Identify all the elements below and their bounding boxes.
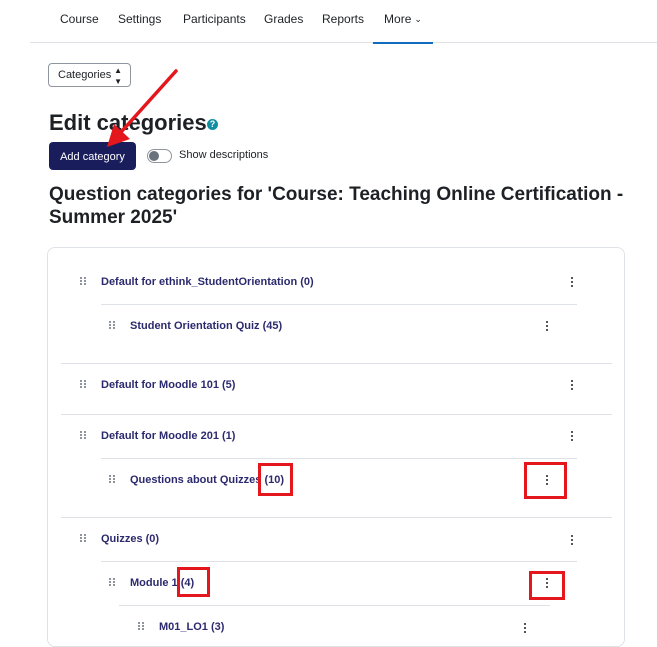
drag-handle-icon[interactable] <box>80 534 87 543</box>
drag-handle-icon[interactable] <box>109 578 116 587</box>
category-link[interactable]: Default for ethink_StudentOrientation (0… <box>101 276 314 288</box>
nav-more-label: More <box>384 12 412 26</box>
nav-course[interactable]: Course <box>60 0 99 42</box>
annotation-box <box>177 567 210 597</box>
select-value: Categories <box>58 69 112 81</box>
help-icon[interactable]: ? <box>207 119 218 130</box>
chevron-down-icon: ⌄ <box>414 14 422 24</box>
nav-settings[interactable]: Settings <box>118 0 161 42</box>
kebab-menu-icon[interactable] <box>570 431 574 443</box>
page-title: Edit categories <box>49 110 207 135</box>
category-link[interactable]: Student Orientation Quiz (45) <box>130 320 282 332</box>
drag-handle-icon[interactable] <box>80 277 87 286</box>
kebab-menu-icon[interactable] <box>523 623 527 635</box>
nav-more[interactable]: More ⌄ <box>373 0 433 44</box>
annotation-box <box>258 463 293 496</box>
kebab-menu-icon[interactable] <box>570 535 574 547</box>
drag-handle-icon[interactable] <box>138 622 145 631</box>
secondary-navigation: Course Settings Participants Grades Repo… <box>30 0 657 44</box>
kebab-menu-icon[interactable] <box>545 321 549 333</box>
kebab-menu-icon[interactable] <box>570 380 574 392</box>
divider <box>101 304 577 305</box>
select-arrows-icon: ▲ ▼ <box>114 66 122 86</box>
divider <box>61 363 612 364</box>
category-link[interactable]: M01_LO1 (3) <box>159 621 224 633</box>
drag-handle-icon[interactable] <box>80 431 87 440</box>
drag-handle-icon[interactable] <box>80 380 87 389</box>
divider <box>101 561 577 562</box>
nav-grades[interactable]: Grades <box>264 0 303 42</box>
category-navigation-select[interactable]: Categories ▲ ▼ <box>48 63 131 87</box>
nav-reports[interactable]: Reports <box>322 0 364 42</box>
toggle-knob <box>149 151 159 161</box>
kebab-menu-icon[interactable] <box>570 277 574 289</box>
add-category-button[interactable]: Add category <box>49 142 136 170</box>
show-descriptions-toggle[interactable] <box>147 149 172 163</box>
annotation-box <box>529 571 565 600</box>
drag-handle-icon[interactable] <box>109 475 116 484</box>
drag-handle-icon[interactable] <box>109 321 116 330</box>
category-link[interactable]: Quizzes (0) <box>101 533 159 545</box>
divider <box>119 605 550 606</box>
category-link[interactable]: Default for Moodle 201 (1) <box>101 430 235 442</box>
divider <box>61 517 612 518</box>
annotation-box <box>524 462 567 499</box>
nav-participants[interactable]: Participants <box>183 0 246 42</box>
divider <box>61 414 612 415</box>
category-link[interactable]: Default for Moodle 101 (5) <box>101 379 235 391</box>
divider <box>101 458 577 459</box>
section-heading: Question categories for 'Course: Teachin… <box>49 184 624 228</box>
show-descriptions-label: Show descriptions <box>179 149 269 161</box>
